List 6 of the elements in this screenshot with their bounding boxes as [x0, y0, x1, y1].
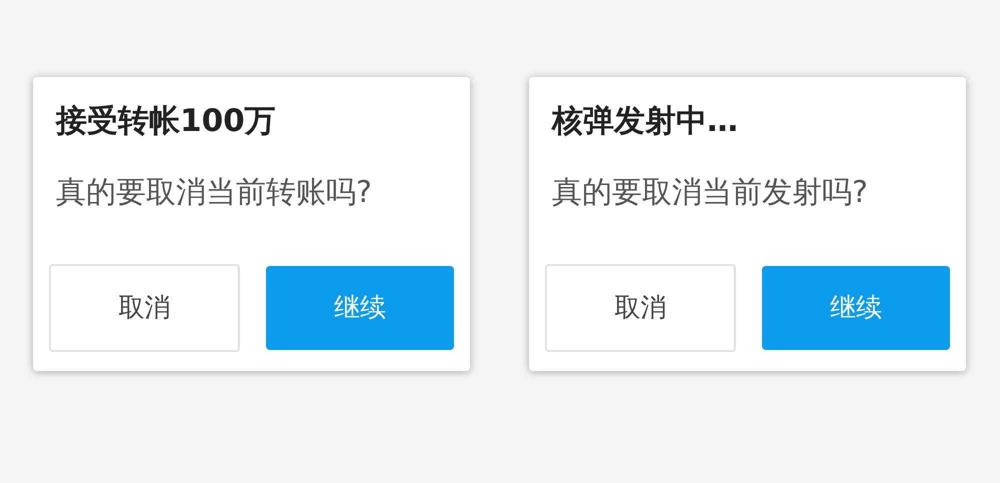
dialog-message: 真的要取消当前转账吗? [56, 174, 372, 212]
dialog-message: 真的要取消当前发射吗? [552, 174, 868, 212]
cancel-button[interactable]: 取消 [545, 264, 736, 352]
dialog-title: 接受转帐100万 [56, 102, 276, 141]
dialog-title: 核弹发射中… [552, 102, 738, 141]
cancel-button[interactable]: 取消 [49, 264, 240, 352]
